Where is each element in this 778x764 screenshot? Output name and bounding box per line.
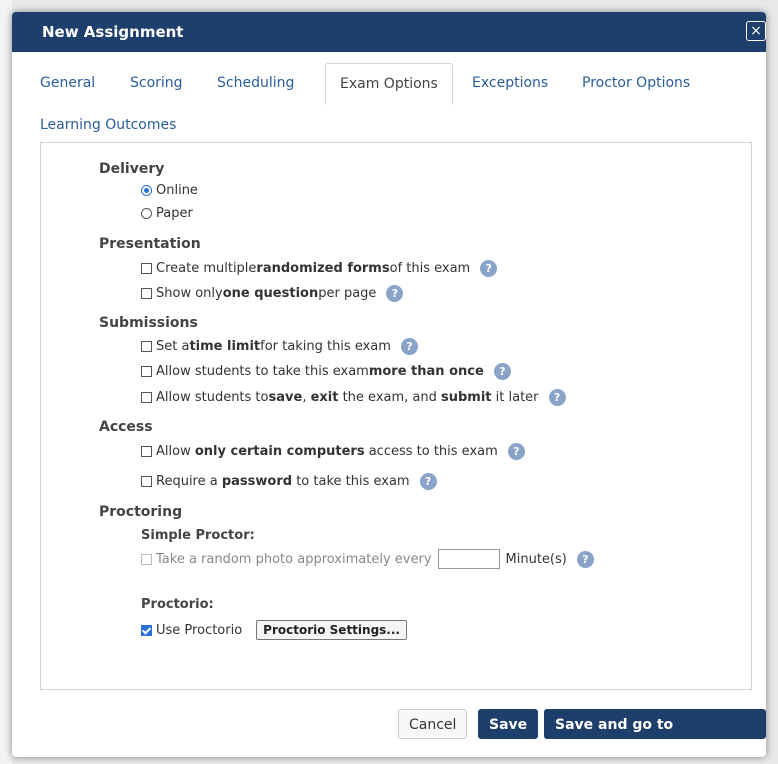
proctorio-title: Proctorio: [141,597,214,612]
time-limit-checkbox[interactable] [141,341,152,352]
time-limit-text-bold: time limit [189,339,261,354]
dialog-titlebar: New Assignment × [12,12,766,52]
random-photo-checkbox[interactable] [141,553,152,565]
save-exit-text-mid2: the exam, and [338,390,441,405]
save-button[interactable]: Save [478,709,539,739]
save-exit-option[interactable]: Allow students to save , exit the exam, … [141,389,566,406]
use-proctorio-checkbox[interactable] [141,624,152,636]
dialog-title: New Assignment [42,23,184,41]
tab-proctor-options[interactable]: Proctor Options [582,63,690,103]
one-question-checkbox[interactable] [141,288,152,299]
random-photo-text: Take a random photo approximately every [156,551,432,567]
new-assignment-dialog: New Assignment × General Scoring Schedul… [12,12,766,757]
minutes-input[interactable] [437,549,500,569]
computers-text-pre: Allow [156,444,195,459]
help-icon[interactable]: ? [493,363,511,380]
use-proctorio-option[interactable]: Use Proctorio Proctorio Settings... [141,620,407,640]
one-question-text-pre: Show only [156,286,223,301]
tab-learning-outcomes[interactable]: Learning Outcomes [40,105,176,145]
time-limit-option[interactable]: Set a time limit for taking this exam ? [141,338,418,355]
password-text-post: to take this exam [292,474,410,489]
paper-label: Paper [156,206,193,221]
minutes-label: Minute(s) [505,551,567,567]
radio-online[interactable] [141,185,152,196]
save-exit-checkbox[interactable] [141,392,152,403]
tab-exceptions[interactable]: Exceptions [472,63,548,103]
certain-computers-option[interactable]: Allow only certain computers access to t… [141,443,525,460]
one-question-option[interactable]: Show only one question per page ? [141,285,404,302]
use-proctorio-label: Use Proctorio [156,622,243,638]
time-limit-text-pre: Set a [156,339,190,354]
more-than-once-option[interactable]: Allow students to take this exam more th… [141,363,511,380]
save-exit-text-bold3: submit [441,390,492,405]
radio-paper[interactable] [141,208,152,219]
online-label: Online [156,183,198,198]
help-icon[interactable]: ? [576,550,594,568]
tab-scheduling[interactable]: Scheduling [217,63,294,103]
more-than-once-checkbox[interactable] [141,366,152,377]
delivery-paper-option[interactable]: Paper [141,206,193,221]
tab-scoring[interactable]: Scoring [130,63,183,103]
randomized-forms-checkbox[interactable] [141,263,152,274]
save-exit-text-bold2: exit [310,390,339,405]
more-than-once-text-bold: more than once [368,364,484,379]
randomized-text-pre: Create multiple [156,261,257,276]
password-text-bold: password [221,474,293,489]
certain-computers-checkbox[interactable] [141,446,152,457]
one-question-text-bold: one question [222,286,319,301]
section-delivery-title: Delivery [99,161,165,177]
one-question-text-post: per page [318,286,377,301]
more-than-once-text-pre: Allow students to take this exam [156,364,369,379]
cancel-button[interactable]: Cancel [398,709,468,739]
randomized-forms-option[interactable]: Create multiple randomized forms of this… [141,260,498,277]
help-icon[interactable]: ? [386,285,404,302]
computers-text-post: access to this exam [364,444,498,459]
time-limit-text-post: for taking this exam [260,339,391,354]
help-icon[interactable]: ? [419,473,437,490]
save-exit-text-bold1: save [268,390,303,405]
password-text-pre: Require a [156,474,222,489]
help-icon[interactable]: ? [548,389,566,406]
proctorio-settings-button[interactable]: Proctorio Settings... [256,620,407,640]
section-proctoring-title: Proctoring [99,504,183,520]
save-exit-text-mid1: , [302,390,311,405]
help-icon[interactable]: ? [507,443,525,460]
background-edge [0,0,12,764]
simple-proctor-title: Simple Proctor: [141,528,255,543]
tab-general[interactable]: General [40,63,95,103]
computers-text-bold: only certain computers [194,444,365,459]
help-icon[interactable]: ? [480,260,498,277]
close-icon[interactable]: × [746,21,766,41]
help-icon[interactable]: ? [400,338,418,355]
save-and-go-button[interactable]: Save and go to Questions [544,709,766,757]
random-photo-option[interactable]: Take a random photo approximately every … [141,549,594,569]
section-access-title: Access [99,419,153,435]
delivery-online-option[interactable]: Online [141,183,198,198]
section-submissions-title: Submissions [99,315,198,331]
randomized-text-post: of this exam [389,261,471,276]
save-exit-text-pre: Allow students to [156,390,269,405]
randomized-text-bold: randomized forms [256,261,390,276]
save-exit-text-post: it later [491,390,539,405]
exam-options-panel: Delivery Online Paper Presentation Creat… [40,142,752,690]
tab-exam-options[interactable]: Exam Options [325,63,453,105]
password-option[interactable]: Require a password to take this exam ? [141,473,437,490]
section-presentation-title: Presentation [99,236,201,252]
password-checkbox[interactable] [141,476,152,487]
